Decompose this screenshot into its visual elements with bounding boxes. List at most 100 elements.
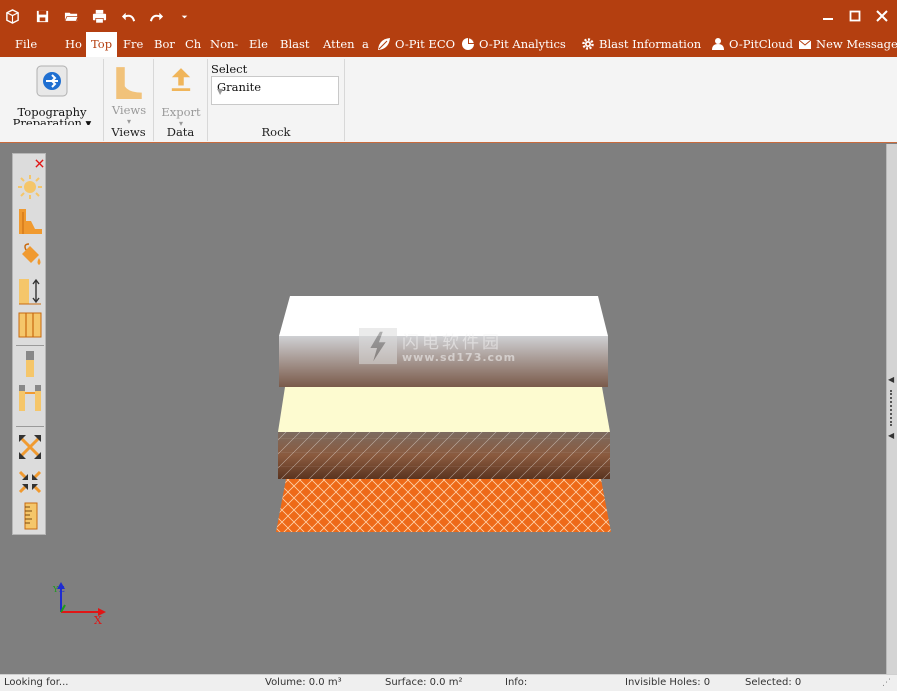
menu-new-messages[interactable]: New Messages <box>798 32 897 57</box>
resize-grip-icon[interactable]: ⋰ <box>882 678 891 688</box>
menu-blast[interactable]: Blast <box>280 32 310 57</box>
status-bar: Looking for... Volume: 0.0 m³ Surface: 0… <box>0 674 897 691</box>
profile-tool[interactable] <box>16 206 44 236</box>
toolbar-separator <box>16 345 44 346</box>
axis-label-z: Z <box>59 585 65 594</box>
minimize-icon <box>823 18 833 20</box>
views-button[interactable]: Views ▾ <box>108 63 150 126</box>
close-button[interactable] <box>869 0 895 32</box>
open-folder-icon[interactable] <box>59 0 83 32</box>
rock-group-label: Rock <box>261 125 291 139</box>
axis-label-y: Y <box>53 585 59 594</box>
axis-label-x: X <box>94 614 102 627</box>
ruler-icon <box>24 502 38 530</box>
chevron-down-icon: ▼ <box>217 87 224 96</box>
3d-viewport[interactable]: 闪电软件园 www.sd173.com Y Z X <box>0 144 886 674</box>
menu-charges[interactable]: Ch <box>185 32 201 57</box>
collapse-left-icon[interactable]: ◀ <box>888 375 894 384</box>
minimize-button[interactable] <box>815 0 841 32</box>
topography-label-2: Preparation ▾ <box>12 117 92 125</box>
menu-opit-eco[interactable]: O-Pit ECO <box>377 32 455 57</box>
ribbon: Topography Preparation ▾ Views ▾ Views E… <box>0 57 897 143</box>
status-invisible-holes: Invisible Holes: 0 <box>625 677 711 688</box>
customize-toolbar-icon[interactable] <box>172 0 196 32</box>
bench-width-tool[interactable] <box>16 310 44 340</box>
right-panel-collapse-strip[interactable]: ◀ ◀ <box>886 144 897 674</box>
menu-home[interactable]: Ho <box>65 32 82 57</box>
sun-icon <box>18 175 42 199</box>
rock-type-select[interactable]: Granite ▼ <box>211 76 339 105</box>
watermark-logo-icon <box>359 328 397 365</box>
single-hole-tool[interactable] <box>16 349 44 379</box>
menu-bar: File Ho Top Fre Bor Ch Non- Ele Blast At… <box>0 32 897 57</box>
undo-icon[interactable] <box>116 0 140 32</box>
single-hole-icon <box>26 351 34 377</box>
close-toolbar-icon[interactable] <box>35 159 44 168</box>
globe-icon <box>36 65 68 97</box>
maximize-button[interactable] <box>842 0 868 32</box>
bench-height-icon <box>19 278 41 305</box>
export-button-label: Export <box>161 105 201 119</box>
status-info: Info: <box>505 677 528 688</box>
redo-icon[interactable] <box>144 0 168 32</box>
app-logo-icon <box>0 0 24 32</box>
views-button-label: Views <box>111 103 147 117</box>
data-group: Export ▾ Data <box>154 59 208 141</box>
hole-row-icon <box>19 385 41 411</box>
menu-overflow[interactable]: a <box>362 32 369 57</box>
toolbar-separator <box>16 426 44 427</box>
save-icon[interactable] <box>30 0 54 32</box>
pie-chart-icon <box>462 38 474 50</box>
sun-light-tool[interactable] <box>16 172 44 202</box>
menu-topography[interactable]: Top <box>86 32 118 57</box>
profile-icon <box>19 209 42 234</box>
expand-arrows-icon <box>18 435 42 459</box>
views-terrain-icon <box>116 67 142 99</box>
views-group: Views ▾ Views <box>104 59 154 141</box>
maximize-icon <box>849 10 861 22</box>
ruler-tool[interactable] <box>16 501 44 531</box>
menu-boreholes[interactable]: Bor <box>154 32 175 57</box>
menu-attenuation[interactable]: Atten <box>323 32 355 57</box>
data-group-label: Data <box>166 125 195 139</box>
splitter-grip[interactable] <box>890 390 893 426</box>
views-group-label: Views <box>111 125 146 139</box>
export-arrow-icon <box>171 68 191 91</box>
hole-row-tool[interactable] <box>16 383 44 413</box>
title-bar <box>0 0 897 32</box>
watermark-text: 闪电软件园 <box>402 333 502 353</box>
menu-non-electric[interactable]: Non- <box>210 32 238 57</box>
watermark-url: www.sd173.com <box>402 351 517 364</box>
export-button[interactable]: Export ▾ <box>158 63 204 128</box>
close-icon <box>876 10 888 22</box>
status-surface: Surface: 0.0 m² <box>385 677 463 688</box>
menu-opit-cloud[interactable]: O-PitCloud <box>711 32 793 57</box>
shrink-arrows-icon <box>18 470 42 494</box>
topography-preparation-button[interactable]: Topography Preparation ▾ <box>8 59 96 125</box>
menu-opit-analytics[interactable]: O-Pit Analytics <box>461 32 566 57</box>
status-looking: Looking for... <box>4 677 69 688</box>
menu-electronic[interactable]: Ele <box>249 32 268 57</box>
envelope-icon <box>798 39 812 49</box>
leaf-icon <box>378 38 390 50</box>
bench-height-tool[interactable] <box>16 276 44 306</box>
select-label: Select <box>211 62 248 76</box>
paint-bucket-icon <box>22 243 41 265</box>
status-volume: Volume: 0.0 m³ <box>265 677 342 688</box>
print-icon[interactable] <box>87 0 111 32</box>
bench-layers-icon <box>18 312 42 338</box>
expand-tool[interactable] <box>16 432 44 462</box>
paint-bucket-tool[interactable] <box>16 241 44 271</box>
topography-group: Topography Preparation ▾ <box>0 59 104 141</box>
status-selected: Selected: 0 <box>745 677 802 688</box>
left-toolbar <box>12 153 46 535</box>
expand-left-icon[interactable]: ◀ <box>888 431 894 440</box>
bench-model <box>276 296 611 532</box>
shrink-tool[interactable] <box>16 467 44 497</box>
menu-file[interactable]: File <box>15 32 37 57</box>
watermark: 闪电软件园 www.sd173.com <box>358 328 528 368</box>
menu-blast-information[interactable]: Blast Information <box>581 32 701 57</box>
gear-icon <box>582 38 594 50</box>
user-icon <box>712 38 724 50</box>
menu-free-face[interactable]: Fre <box>123 32 143 57</box>
